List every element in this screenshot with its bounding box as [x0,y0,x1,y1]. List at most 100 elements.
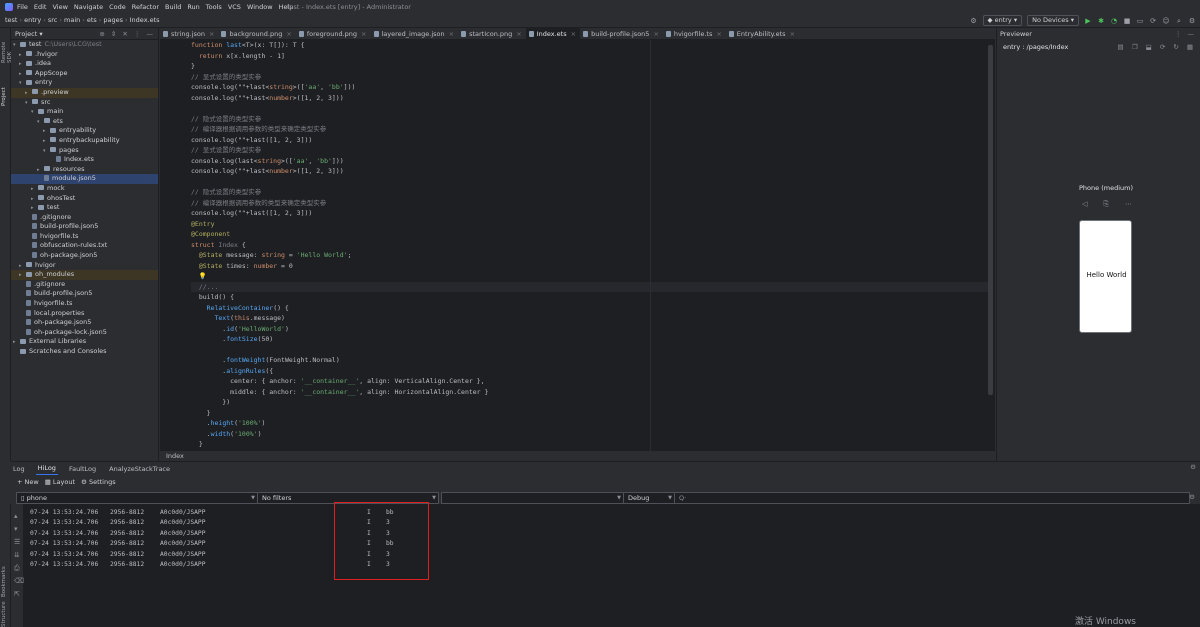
tree-item[interactable]: oh-package.json5 [11,251,158,261]
editor-tab[interactable]: foreground.png × [296,28,371,40]
tag-filter-select[interactable]: ▼ [441,492,624,504]
gear-icon[interactable]: ⚙ [970,17,978,25]
editor-tab[interactable]: hvigorfile.ts × [663,28,726,40]
code-line[interactable]: @Component [191,229,991,240]
tree-item[interactable]: Scratches and Consoles [11,347,158,357]
close-icon[interactable]: × [286,28,291,40]
menu-item-edit[interactable]: Edit [34,3,47,11]
log-tab-analyzestacktrace[interactable]: AnalyzeStackTrace [107,463,172,475]
tree-item[interactable]: ▸ .preview [11,87,158,98]
run-config-select[interactable]: ◆ entry ▾ [982,15,1023,26]
debug-icon[interactable]: ✱ [1097,17,1105,25]
left-tab-project[interactable]: Project [1,80,10,106]
device-filter-select[interactable]: ▯ phone ▼ [16,492,258,504]
log-side-icons[interactable]: ▴ ▾ ☰ ⇊ ⎙ ⌫ ⇱ [14,510,24,601]
code-line[interactable]: struct Index { [191,240,991,251]
editor-tab[interactable]: background.png × [218,28,295,40]
breadcrumb-item[interactable]: ets [87,16,97,24]
code-line[interactable]: RelativeContainer() { [191,303,991,314]
tree-item[interactable]: ▸ entrybackupability [11,136,158,146]
code-line[interactable]: .height('100%') [191,418,991,429]
code-line[interactable]: @State times: number = 0 [191,261,991,272]
tree-item[interactable]: oh-package.json5 [11,318,158,328]
tree-item[interactable]: ▾ src [11,98,158,108]
code-line[interactable]: @Entry [191,219,991,230]
tree-item[interactable]: build-profile.json5 [11,289,158,299]
editor-scrollbar[interactable] [988,45,993,395]
menu-item-vcs[interactable]: VCS [228,3,241,11]
tree-item[interactable]: ▾ main [11,107,158,117]
editor-tab[interactable]: layered_image.json × [371,28,459,40]
device-select[interactable]: No Devices ▾ [1027,15,1079,26]
back-icon[interactable]: ◁ [1082,200,1087,209]
log-tab-faultlog[interactable]: FaultLog [67,463,98,475]
code-line[interactable]: console.log(""+last([1, 2, 3])) [191,208,991,219]
code-line[interactable]: @State message: string = 'Hello World'; [191,250,991,261]
tree-item[interactable]: ▸ entryability [11,126,158,136]
tree-item[interactable]: Index.ets [11,155,158,165]
previewer-header-icons[interactable]: ⋮ — [1175,30,1196,38]
tree-item[interactable]: hvigorfile.ts [11,299,158,309]
code-line[interactable]: // 编译器根据调用参数的类型来确定类型实参 [191,198,991,209]
code-line[interactable]: }) [191,397,991,408]
editor-breadcrumb[interactable]: Index [160,451,995,461]
menu-item-view[interactable]: View [52,3,67,11]
log-output[interactable]: 07-24 13:53:24.706 2956-8812 A0c0d0/JSAPP I… [24,504,1200,627]
code-line[interactable]: .id('HelloWorld') [191,324,991,335]
editor-tab[interactable]: EntryAbility.ets × [726,28,799,40]
tree-item[interactable]: obfuscation-rules.txt [11,241,158,251]
code-line[interactable]: center: { anchor: '__container__', align… [191,376,991,387]
layout-button[interactable]: ▦ Layout [45,478,75,486]
left-tab-remote-sdk[interactable]: Remote SDK [1,33,13,63]
log-tab-log[interactable]: Log [11,463,27,475]
code-line[interactable] [191,177,991,188]
code-line[interactable]: .fontWeight(FontWeight.Normal) [191,355,991,366]
sync-icon[interactable]: ⟳ [1149,17,1157,25]
run-icon[interactable]: ▶ [1084,17,1092,25]
tree-item[interactable]: .gitignore [11,280,158,290]
breadcrumb-item[interactable]: Index.ets [130,16,160,24]
tree-item[interactable]: ▸ hvigor [11,261,158,271]
code-editor[interactable]: function last<T>(x: T[]): T { return x[x… [160,40,995,451]
close-icon[interactable]: × [361,28,366,40]
code-line[interactable]: function last<T>(x: T[]): T { [191,40,991,51]
close-icon[interactable]: × [716,28,721,40]
editor-tab[interactable]: build-profile.json5 × [580,28,663,40]
tree-item[interactable]: ▸ AppScope [11,69,158,79]
search-icon[interactable]: ⌕ [1175,17,1183,25]
new-log-button[interactable]: + New [17,478,39,486]
close-icon[interactable]: × [571,28,576,40]
close-icon[interactable]: × [653,28,658,40]
tree-item[interactable]: local.properties [11,309,158,319]
tree-item[interactable]: ▾ pages [11,146,158,156]
profile-icon[interactable]: ◔ [1110,17,1118,25]
bottom-tab-bookmarks[interactable]: Bookmarks [1,562,10,597]
tree-item[interactable]: ▸ mock [11,184,158,194]
tree-item[interactable]: ▾ test C:\Users\LCG\test [11,40,158,50]
breadcrumb-item[interactable]: pages [103,16,123,24]
project-panel-icons[interactable]: ⊕ ⇕ ✕ ⋮ — [99,30,155,38]
code-line[interactable]: .width('100%') [191,429,991,440]
tree-item[interactable]: ▾ entry [11,78,158,88]
menu-item-build[interactable]: Build [165,3,181,11]
code-line[interactable]: //... [191,281,991,292]
code-line[interactable]: } [191,61,991,72]
bottom-tab-structure[interactable]: Structure [1,601,10,627]
menu-item-window[interactable]: Window [247,3,273,11]
previewer-route[interactable]: entry : /pages/Index [1003,43,1068,51]
tree-item[interactable]: ▸ External Libraries [11,337,158,347]
code-line[interactable]: Text(this.message) [191,313,991,324]
search-options-icon[interactable]: ⚙ [1189,493,1195,501]
code-line[interactable] [191,103,991,114]
rotate-icon[interactable]: ⎘ [1103,200,1109,209]
previewer-toolbar-icons[interactable]: ▤ ❐ ⬓ ⟳ ↻ ▦ [1118,43,1196,51]
code-line[interactable] [191,345,991,356]
code-line[interactable]: build() { [191,292,991,303]
code-line[interactable]: console.log(""+last<string>(['aa', 'bb']… [191,82,991,93]
close-icon[interactable]: × [449,28,454,40]
tree-item[interactable]: ▸ oh_modules [11,270,158,280]
close-icon[interactable]: × [790,28,795,40]
tree-item[interactable]: ▾ ets [11,117,158,127]
log-search-input[interactable]: Q· [674,492,1190,504]
code-line[interactable]: 💡 [191,271,991,282]
